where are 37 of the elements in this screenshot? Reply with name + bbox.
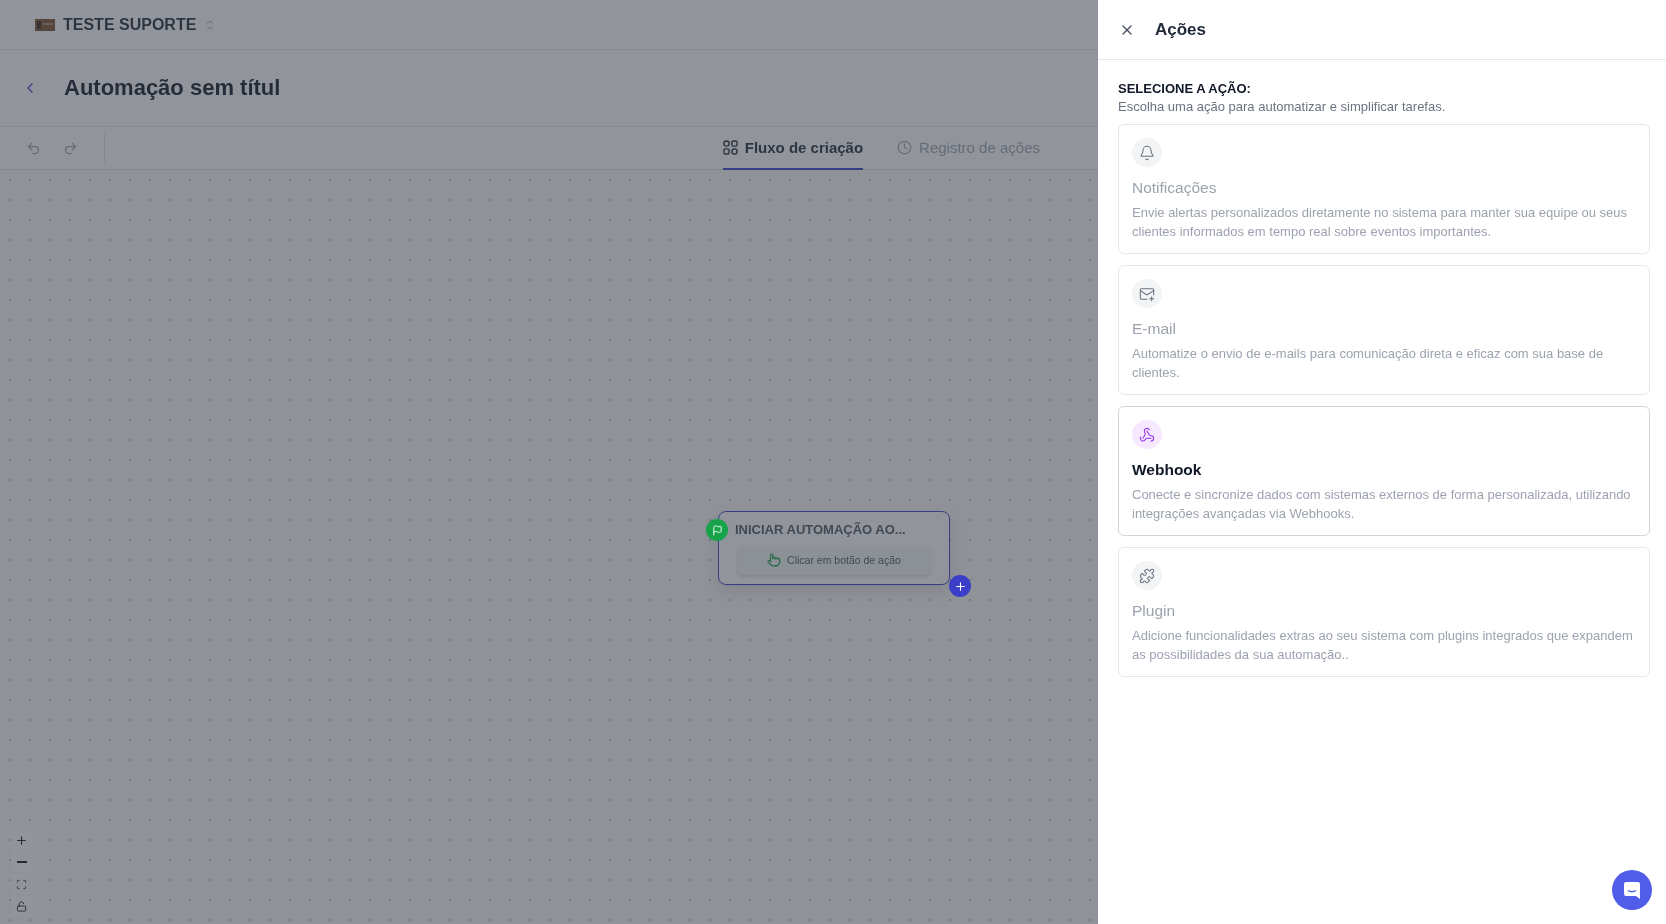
redo-icon — [63, 140, 78, 156]
minus-icon — [16, 861, 27, 863]
action-description: Conecte e sincronize dados com sistemas externos de forma personalizada, utilizando integrações avançadas via Webhooks. — [1132, 486, 1632, 523]
action-title: Webhook — [1132, 461, 1203, 479]
workspace-name: TESTE SUPORTE — [63, 15, 197, 34]
action-card[interactable]: Webhook Conecte e sincronize dados com sistemas externos de forma personalizada, utilizando integrações avançadas via Webhooks. — [1118, 406, 1650, 536]
panel-title: Ações — [1155, 19, 1207, 40]
action-description: Adicione funcionalidades extras ao seu sistema com plugins integrados que expandem as possibilidades da sua automação.. — [1132, 627, 1634, 664]
section-heading: SELECIONE A AÇÃO: — [1118, 81, 1252, 96]
chat-icon — [1623, 880, 1641, 900]
undo-icon — [26, 140, 41, 156]
plus-icon — [15, 833, 28, 847]
action-title: Plugin — [1132, 602, 1177, 620]
trigger-node[interactable]: INICIAR AUTOMAÇÃO AO... Clicar em botão de ação — [718, 511, 950, 585]
pointer-icon — [767, 553, 782, 567]
flow-icon — [722, 140, 738, 155]
clock-icon — [897, 140, 913, 155]
action-description: Envie alertas personalizados diretamente no sistema para manter sua equipe ou seus clientes informados em tempo real sobre eventos importantes. — [1132, 204, 1628, 241]
mail-icon — [1139, 285, 1155, 302]
section-subtitle: Escolha uma ação para automatizar e simplificar tarefas. — [1118, 99, 1447, 114]
unlock-icon — [16, 900, 27, 912]
bell-icon — [1139, 144, 1155, 161]
add-step-button[interactable] — [949, 575, 971, 597]
action-title: E-mail — [1132, 320, 1177, 338]
action-description: Automatize o envio de e-mails para comunicação direta e eficaz com sua base de clientes. — [1132, 345, 1605, 382]
redo-button[interactable] — [63, 140, 78, 156]
plus-icon — [953, 579, 967, 593]
flag-icon — [711, 524, 723, 536]
webhook-icon — [1139, 426, 1155, 443]
page-title: Automação sem títul — [64, 75, 281, 101]
action-title: Notificações — [1132, 179, 1218, 197]
trigger-chip[interactable]: Clicar em botão de ação — [737, 545, 931, 575]
puzzle-icon — [1139, 567, 1155, 584]
undo-button[interactable] — [26, 140, 41, 156]
workspace-logo-icon — [35, 18, 55, 31]
fit-view-icon — [16, 878, 27, 890]
node-title: INICIAR AUTOMAÇÃO AO... — [735, 522, 906, 537]
